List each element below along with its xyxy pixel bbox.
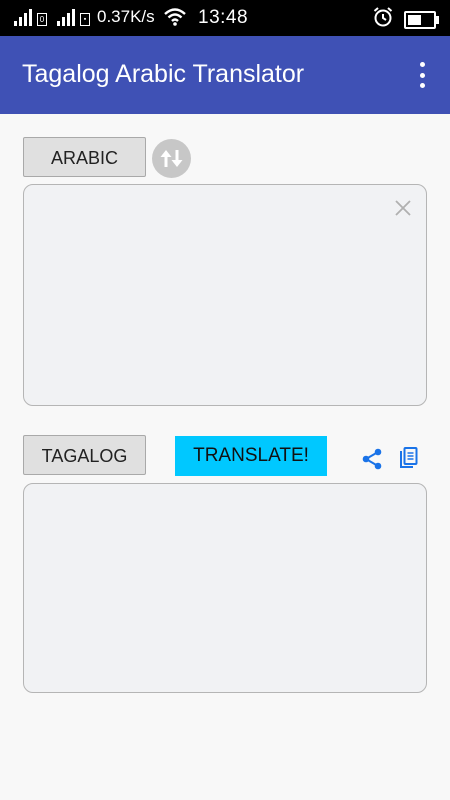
app-title: Tagalog Arabic Translator [22, 60, 305, 88]
translation-output[interactable] [23, 483, 427, 693]
source-text-input[interactable] [23, 184, 427, 406]
battery-icon [404, 10, 439, 29]
source-language-button[interactable]: ARABIC [23, 137, 146, 177]
alarm-icon [372, 6, 394, 33]
signal-icon-sim2 [57, 8, 75, 26]
sim2-icon: ▪ [80, 13, 90, 26]
clear-button[interactable] [394, 199, 412, 217]
translate-button[interactable]: TRANSLATE! [175, 436, 327, 476]
close-icon [395, 200, 411, 216]
swap-languages-button[interactable] [152, 139, 191, 178]
more-vert-icon[interactable] [418, 62, 426, 88]
share-icon [362, 448, 382, 470]
sim1-badge: 0 [37, 13, 47, 26]
copy-button[interactable] [397, 446, 421, 470]
status-time: 13:48 [198, 7, 249, 28]
status-bar: 0 ▪ 0.37K/s 13:48 [0, 0, 450, 36]
swap-vertical-icon [160, 150, 183, 167]
share-button[interactable] [360, 447, 384, 471]
status-left: 0 ▪ 0.37K/s [14, 7, 187, 27]
copy-icon [400, 447, 418, 468]
target-language-button[interactable]: TAGALOG [23, 435, 146, 475]
app-bar: Tagalog Arabic Translator [0, 36, 450, 114]
battery-level [408, 14, 421, 25]
status-right [372, 6, 439, 33]
signal-icon-sim1 [14, 8, 32, 26]
network-speed: 0.37K/s [97, 7, 155, 26]
wifi-icon [163, 7, 187, 27]
